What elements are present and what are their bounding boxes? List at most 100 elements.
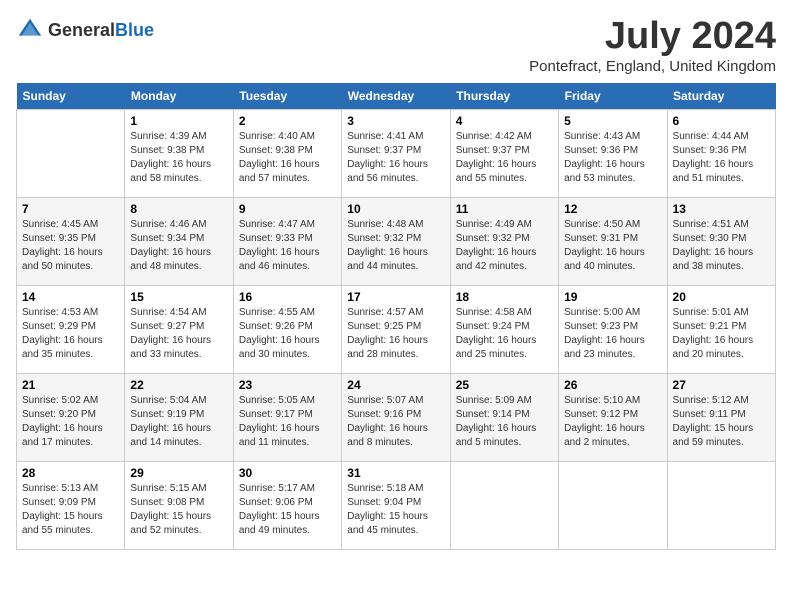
day-info: Sunrise: 5:04 AM Sunset: 9:19 PM Dayligh… [130, 394, 227, 450]
day-number: 24 [347, 378, 444, 392]
page-header: GeneralBlue July 2024 Pontefract, Englan… [16, 16, 776, 75]
day-info: Sunrise: 5:02 AM Sunset: 9:20 PM Dayligh… [22, 394, 119, 450]
day-number: 16 [239, 290, 336, 304]
day-number: 2 [239, 114, 336, 128]
calendar-cell: 23 Sunrise: 5:05 AM Sunset: 9:17 PM Dayli… [233, 373, 341, 461]
calendar-cell: 27Sunrise: 5:12 AM Sunset: 9:11 PM Dayli… [667, 373, 775, 461]
day-info: Sunrise: 5:05 AM Sunset: 9:17 PM Dayligh… [239, 394, 336, 450]
day-number: 28 [22, 466, 119, 480]
day-number: 5 [564, 114, 661, 128]
header-friday: Friday [559, 83, 667, 110]
day-info: Sunrise: 4:42 AM Sunset: 9:37 PM Dayligh… [456, 130, 553, 186]
day-number: 12 [564, 202, 661, 216]
day-number: 4 [456, 114, 553, 128]
day-number: 13 [673, 202, 770, 216]
calendar-cell: 24 Sunrise: 5:07 AM Sunset: 9:16 PM Dayli… [342, 373, 450, 461]
month-title: July 2024 [529, 16, 776, 58]
day-number: 19 [564, 290, 661, 304]
calendar-week-row: 21 Sunrise: 5:02 AM Sunset: 9:20 PM Dayli… [17, 373, 776, 461]
day-info: Sunrise: 4:55 AM Sunset: 9:26 PM Dayligh… [239, 306, 336, 362]
day-number: 10 [347, 202, 444, 216]
calendar-cell: 21 Sunrise: 5:02 AM Sunset: 9:20 PM Dayli… [17, 373, 125, 461]
day-number: 8 [130, 202, 227, 216]
calendar-cell: 16 Sunrise: 4:55 AM Sunset: 9:26 PM Dayli… [233, 285, 341, 373]
day-number: 11 [456, 202, 553, 216]
day-info: Sunrise: 4:40 AM Sunset: 9:38 PM Dayligh… [239, 130, 336, 186]
day-number: 25 [456, 378, 553, 392]
day-info: Sunrise: 4:43 AM Sunset: 9:36 PM Dayligh… [564, 130, 661, 186]
day-info: Sunrise: 5:17 AM Sunset: 9:06 PM Dayligh… [239, 482, 336, 538]
calendar-week-row: 14 Sunrise: 4:53 AM Sunset: 9:29 PM Dayli… [17, 285, 776, 373]
calendar-cell: 18 Sunrise: 4:58 AM Sunset: 9:24 PM Dayli… [450, 285, 558, 373]
calendar-cell: 20Sunrise: 5:01 AM Sunset: 9:21 PM Dayli… [667, 285, 775, 373]
calendar-cell [450, 461, 558, 549]
day-number: 3 [347, 114, 444, 128]
calendar-cell: 31Sunrise: 5:18 AM Sunset: 9:04 PM Dayli… [342, 461, 450, 549]
calendar-cell: 4 Sunrise: 4:42 AM Sunset: 9:37 PM Daylig… [450, 109, 558, 197]
calendar-cell: 12 Sunrise: 4:50 AM Sunset: 9:31 PM Dayli… [559, 197, 667, 285]
calendar-week-row: 7 Sunrise: 4:45 AM Sunset: 9:35 PM Daylig… [17, 197, 776, 285]
day-number: 14 [22, 290, 119, 304]
day-info: Sunrise: 4:50 AM Sunset: 9:31 PM Dayligh… [564, 218, 661, 274]
day-info: Sunrise: 4:57 AM Sunset: 9:25 PM Dayligh… [347, 306, 444, 362]
day-number: 15 [130, 290, 227, 304]
day-info: Sunrise: 4:44 AM Sunset: 9:36 PM Dayligh… [673, 130, 770, 186]
day-number: 7 [22, 202, 119, 216]
day-info: Sunrise: 4:53 AM Sunset: 9:29 PM Dayligh… [22, 306, 119, 362]
day-info: Sunrise: 4:47 AM Sunset: 9:33 PM Dayligh… [239, 218, 336, 274]
logo: GeneralBlue [16, 16, 154, 44]
calendar-cell: 30 Sunrise: 5:17 AM Sunset: 9:06 PM Dayli… [233, 461, 341, 549]
day-number: 29 [130, 466, 227, 480]
day-number: 20 [673, 290, 770, 304]
calendar-week-row: 28 Sunrise: 5:13 AM Sunset: 9:09 PM Dayli… [17, 461, 776, 549]
day-number: 27 [673, 378, 770, 392]
day-info: Sunrise: 4:49 AM Sunset: 9:32 PM Dayligh… [456, 218, 553, 274]
day-info: Sunrise: 4:45 AM Sunset: 9:35 PM Dayligh… [22, 218, 119, 274]
day-number: 23 [239, 378, 336, 392]
day-number: 21 [22, 378, 119, 392]
calendar-cell: 6Sunrise: 4:44 AM Sunset: 9:36 PM Daylig… [667, 109, 775, 197]
location: Pontefract, England, United Kingdom [529, 58, 776, 75]
calendar-cell [17, 109, 125, 197]
calendar-cell: 7 Sunrise: 4:45 AM Sunset: 9:35 PM Daylig… [17, 197, 125, 285]
logo-blue: Blue [115, 20, 154, 40]
calendar-cell [559, 461, 667, 549]
calendar-cell: 14 Sunrise: 4:53 AM Sunset: 9:29 PM Dayli… [17, 285, 125, 373]
day-info: Sunrise: 5:07 AM Sunset: 9:16 PM Dayligh… [347, 394, 444, 450]
calendar-cell: 9Sunrise: 4:47 AM Sunset: 9:33 PM Daylig… [233, 197, 341, 285]
calendar-cell: 17 Sunrise: 4:57 AM Sunset: 9:25 PM Dayli… [342, 285, 450, 373]
day-info: Sunrise: 5:13 AM Sunset: 9:09 PM Dayligh… [22, 482, 119, 538]
day-number: 30 [239, 466, 336, 480]
day-info: Sunrise: 4:54 AM Sunset: 9:27 PM Dayligh… [130, 306, 227, 362]
logo-icon [16, 16, 44, 44]
calendar-cell: 10 Sunrise: 4:48 AM Sunset: 9:32 PM Dayli… [342, 197, 450, 285]
header-thursday: Thursday [450, 83, 558, 110]
calendar-cell: 3Sunrise: 4:41 AM Sunset: 9:37 PM Daylig… [342, 109, 450, 197]
calendar-cell: 19 Sunrise: 5:00 AM Sunset: 9:23 PM Dayli… [559, 285, 667, 373]
calendar-cell: 26 Sunrise: 5:10 AM Sunset: 9:12 PM Dayli… [559, 373, 667, 461]
calendar-cell: 8 Sunrise: 4:46 AM Sunset: 9:34 PM Daylig… [125, 197, 233, 285]
day-info: Sunrise: 4:48 AM Sunset: 9:32 PM Dayligh… [347, 218, 444, 274]
day-info: Sunrise: 5:09 AM Sunset: 9:14 PM Dayligh… [456, 394, 553, 450]
header-sunday: Sunday [17, 83, 125, 110]
day-number: 17 [347, 290, 444, 304]
header-wednesday: Wednesday [342, 83, 450, 110]
title-section: July 2024 Pontefract, England, United Ki… [529, 16, 776, 75]
day-info: Sunrise: 5:10 AM Sunset: 9:12 PM Dayligh… [564, 394, 661, 450]
header-tuesday: Tuesday [233, 83, 341, 110]
calendar-week-row: 1 Sunrise: 4:39 AM Sunset: 9:38 PM Daylig… [17, 109, 776, 197]
calendar-header-row: SundayMondayTuesdayWednesdayThursdayFrid… [17, 83, 776, 110]
calendar-cell: 2 Sunrise: 4:40 AM Sunset: 9:38 PM Daylig… [233, 109, 341, 197]
calendar-cell: 5 Sunrise: 4:43 AM Sunset: 9:36 PM Daylig… [559, 109, 667, 197]
day-number: 1 [130, 114, 227, 128]
day-info: Sunrise: 4:46 AM Sunset: 9:34 PM Dayligh… [130, 218, 227, 274]
day-number: 18 [456, 290, 553, 304]
day-info: Sunrise: 4:51 AM Sunset: 9:30 PM Dayligh… [673, 218, 770, 274]
day-number: 31 [347, 466, 444, 480]
calendar-cell: 22Sunrise: 5:04 AM Sunset: 9:19 PM Dayli… [125, 373, 233, 461]
day-info: Sunrise: 4:39 AM Sunset: 9:38 PM Dayligh… [130, 130, 227, 186]
day-info: Sunrise: 4:58 AM Sunset: 9:24 PM Dayligh… [456, 306, 553, 362]
day-info: Sunrise: 5:00 AM Sunset: 9:23 PM Dayligh… [564, 306, 661, 362]
day-number: 26 [564, 378, 661, 392]
day-info: Sunrise: 5:15 AM Sunset: 9:08 PM Dayligh… [130, 482, 227, 538]
